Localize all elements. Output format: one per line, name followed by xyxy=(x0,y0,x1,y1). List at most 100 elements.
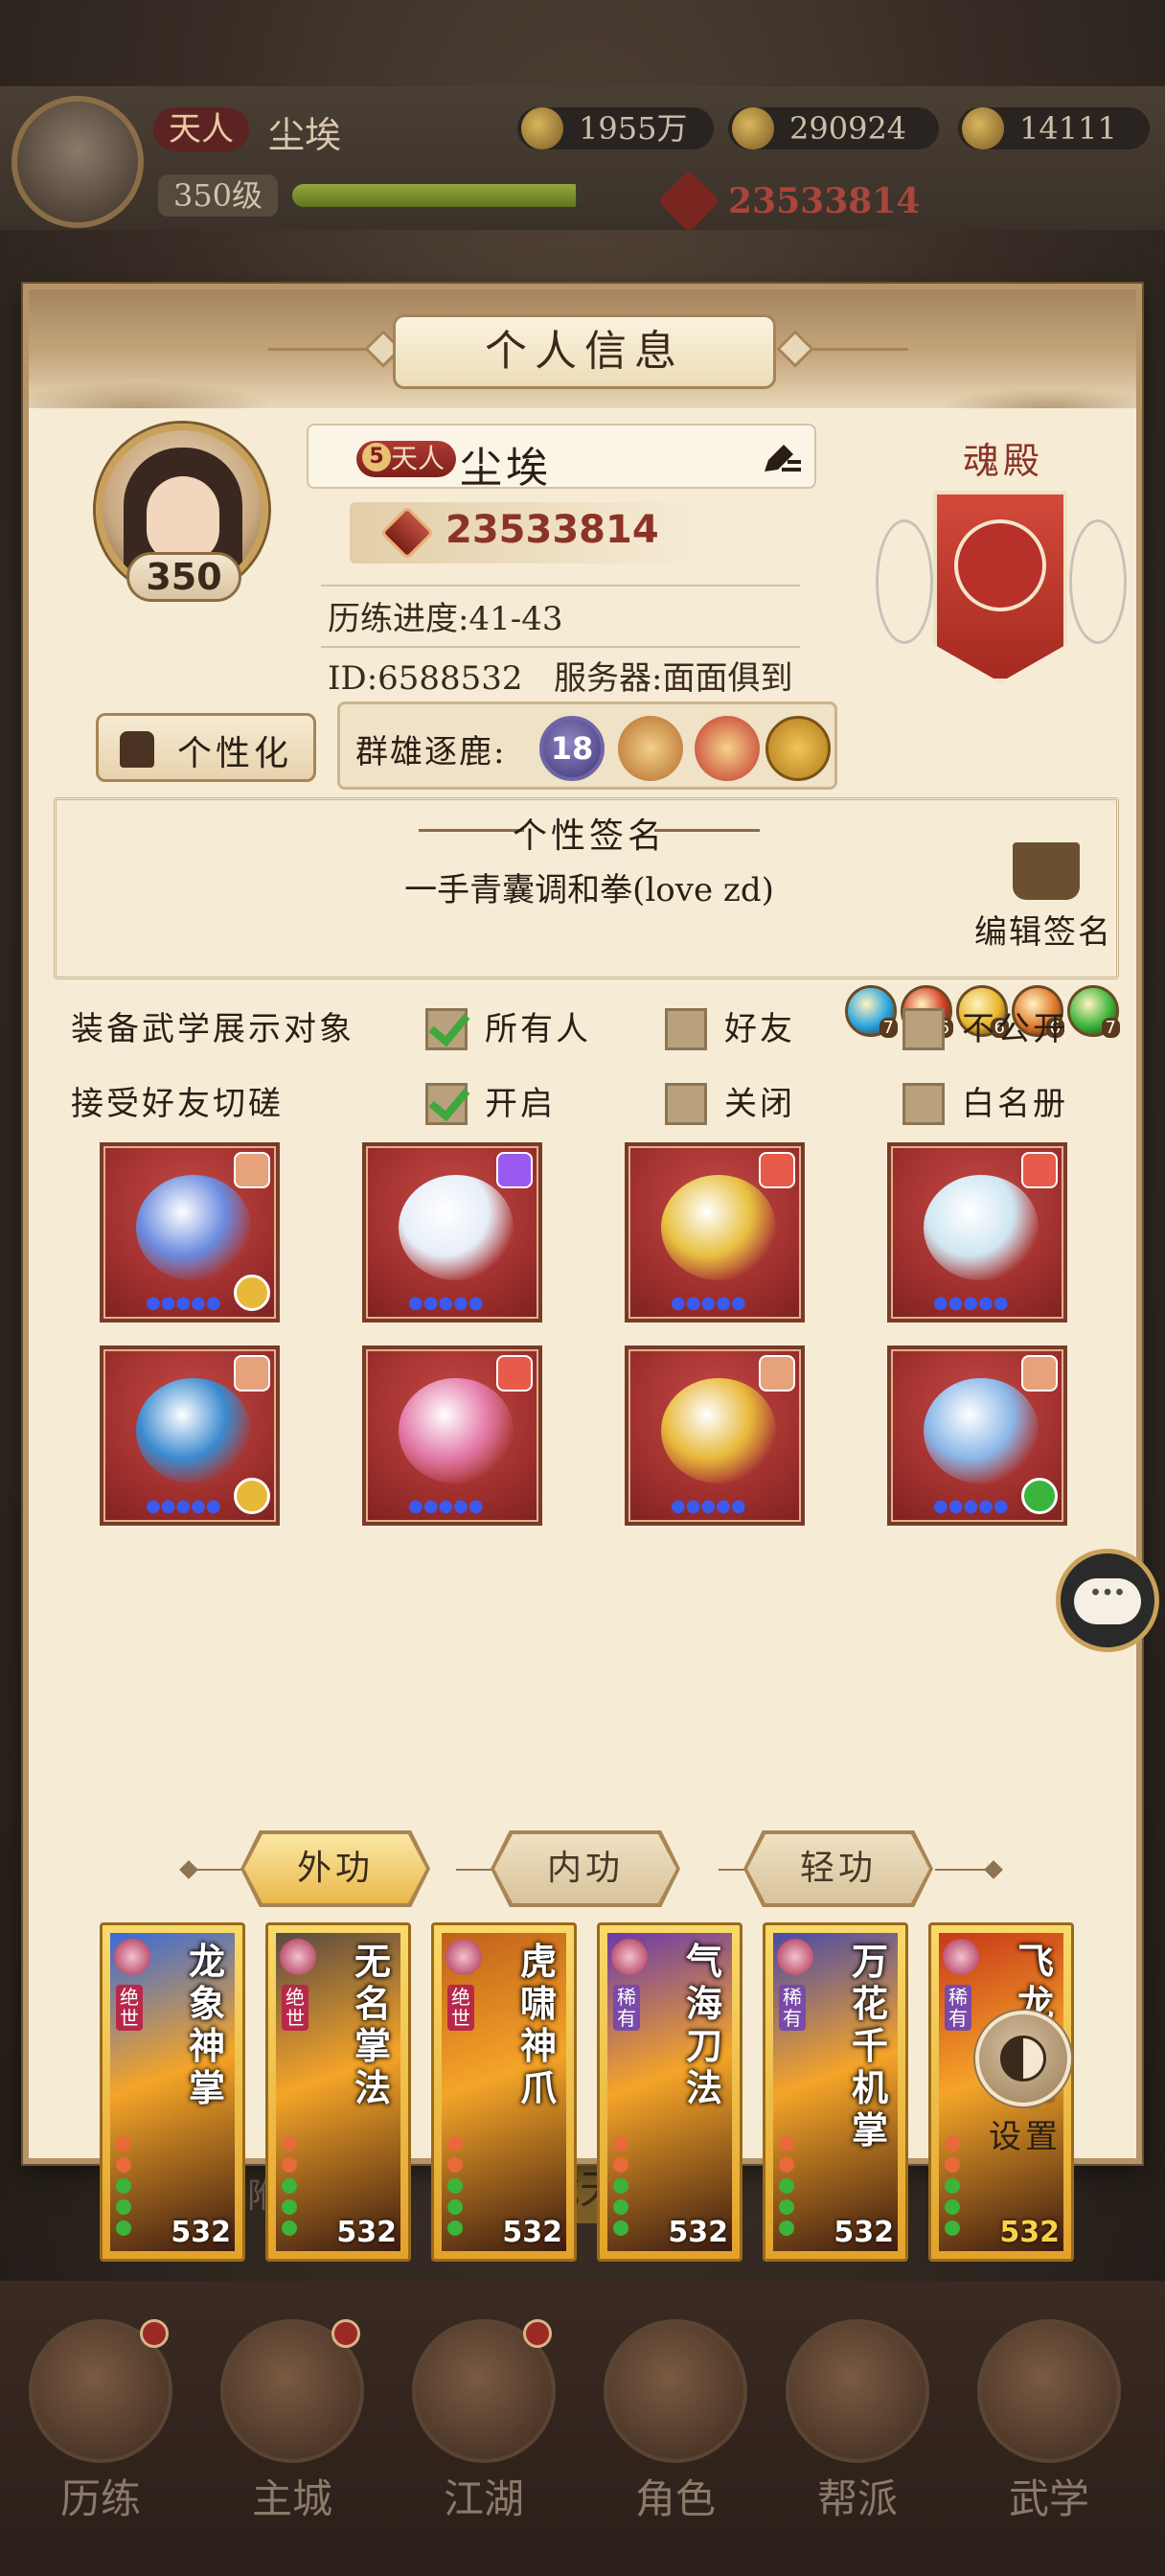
notification-dot xyxy=(140,2319,169,2348)
display-checkbox-0[interactable] xyxy=(425,1008,468,1050)
equipment-stars: ●●●●● xyxy=(671,1293,746,1313)
skill-dot xyxy=(779,2199,794,2215)
skill-school-icon xyxy=(280,1939,316,1975)
coins-counter: 1955万 xyxy=(517,107,714,150)
skill-dot xyxy=(779,2220,794,2236)
skill-dot xyxy=(779,2178,794,2194)
character-icon xyxy=(604,2319,747,2463)
scroll-edit-icon[interactable] xyxy=(1013,842,1080,900)
edit-name-icon[interactable] xyxy=(761,439,803,477)
skill-dot xyxy=(116,2157,131,2173)
skill-level: 532 xyxy=(336,2216,397,2249)
equipment-slot[interactable]: ●●●●● xyxy=(100,1142,280,1322)
search-icon[interactable] xyxy=(765,716,831,781)
skill-school-icon xyxy=(943,1939,979,1975)
settings-label[interactable]: 设置 xyxy=(989,2110,1062,2157)
personalize-button[interactable]: 个性化 xyxy=(96,713,316,782)
skill-card[interactable]: 绝世 龙象神掌 532 xyxy=(100,1922,245,2262)
coins-value: 1955万 xyxy=(579,110,688,147)
gold-value: 14111 xyxy=(1019,110,1117,147)
hud-avatar[interactable] xyxy=(11,96,144,228)
settings-button[interactable] xyxy=(975,2011,1071,2106)
tab-external-skill[interactable]: 外功 xyxy=(244,1834,426,1903)
nav-training[interactable]: 历练 xyxy=(19,2319,182,2525)
equipment-stars: ●●●●● xyxy=(146,1293,221,1313)
equipment-stars: ●●●●● xyxy=(408,1293,484,1313)
equipment-slot[interactable]: ●●●●● xyxy=(362,1142,542,1322)
skill-art: 稀有 气海刀法 532 xyxy=(607,1933,732,2251)
equipment-slot[interactable]: ●●●●● xyxy=(362,1346,542,1526)
clothing-icon xyxy=(120,731,154,768)
skill-dot xyxy=(116,2220,131,2236)
option-label[interactable]: 白名册 xyxy=(962,1077,1068,1124)
nav-guild[interactable]: 帮派 xyxy=(776,2319,939,2525)
player-name: 尘埃 xyxy=(460,444,552,493)
hud-exp-bar-fill xyxy=(292,184,576,207)
skill-dot xyxy=(945,2199,960,2215)
avatar-level-badge: 350 xyxy=(126,552,241,602)
tab-internal-skill[interactable]: 内功 xyxy=(494,1834,676,1903)
nav-label: 历练 xyxy=(59,2475,141,2522)
spar-checkbox-0[interactable] xyxy=(425,1083,468,1125)
hud-player-name: 尘埃 xyxy=(268,114,342,156)
nav-main-city[interactable]: 主城 xyxy=(211,2319,374,2525)
equipment-slot[interactable]: ●●●●● xyxy=(887,1346,1067,1526)
display-checkbox-1[interactable] xyxy=(665,1008,707,1050)
spar-checkbox-2[interactable] xyxy=(902,1083,945,1125)
scroll-icon xyxy=(977,2319,1121,2463)
equipment-slot[interactable]: ●●●●● xyxy=(887,1142,1067,1322)
personalize-label: 个性化 xyxy=(177,734,293,773)
gold-ingot-icon xyxy=(962,107,1004,150)
rank-badge: 天人 xyxy=(356,441,457,477)
display-checkbox-2[interactable] xyxy=(902,1008,945,1050)
name-box: 天人 尘埃 xyxy=(307,424,816,493)
skill-level: 532 xyxy=(834,2216,894,2249)
rarity-icon xyxy=(234,1355,270,1392)
edit-signature-button[interactable]: 编辑签名 xyxy=(974,906,1112,953)
option-label[interactable]: 好友 xyxy=(724,1002,795,1049)
equipment-slot[interactable]: ●●●●● xyxy=(100,1346,280,1526)
element-count: 7 xyxy=(1101,1018,1120,1038)
spar-checkbox-1[interactable] xyxy=(665,1083,707,1125)
trident-badge-icon[interactable] xyxy=(618,716,683,781)
gold-counter[interactable]: 14111 xyxy=(958,107,1150,150)
skill-dot xyxy=(447,2136,463,2151)
option-label[interactable]: 关闭 xyxy=(724,1077,795,1124)
skill-dot xyxy=(613,2220,628,2236)
guild-emblem[interactable] xyxy=(872,481,1131,702)
boots-icon xyxy=(924,1175,1039,1280)
nav-jianghu[interactable]: 江湖 xyxy=(402,2319,565,2525)
crossed-swords-badge-icon[interactable] xyxy=(695,716,760,781)
equipment-slot[interactable]: ●●●●● xyxy=(625,1142,805,1322)
skill-level: 532 xyxy=(999,2216,1060,2249)
wood-element-icon[interactable]: 7 xyxy=(1067,985,1120,1038)
equipment-slot[interactable]: ●●●●● xyxy=(625,1346,805,1526)
option-label[interactable]: 所有人 xyxy=(485,1002,591,1049)
contest-rank-badge[interactable]: 18 xyxy=(539,716,605,781)
link-icon xyxy=(234,1478,270,1514)
skill-card[interactable]: 稀有 气海刀法 532 xyxy=(597,1922,742,2262)
skill-dot xyxy=(779,2136,794,2151)
power-value: 23533814 xyxy=(445,508,659,552)
skill-dot xyxy=(116,2136,131,2151)
tab-lightness-skill[interactable]: 轻功 xyxy=(747,1834,929,1903)
accept-spar-label: 接受好友切磋 xyxy=(71,1085,284,1123)
nav-label: 江湖 xyxy=(443,2475,524,2522)
skill-card[interactable]: 绝世 无名掌法 532 xyxy=(265,1922,411,2262)
silver-icon xyxy=(732,107,774,150)
nav-label: 帮派 xyxy=(816,2475,898,2522)
skill-card[interactable]: 绝世 虎啸神爪 532 xyxy=(431,1922,577,2262)
phoenix-icon xyxy=(954,519,1046,611)
skill-grade: 稀有 xyxy=(613,1985,640,2031)
option-label[interactable]: 开启 xyxy=(485,1077,556,1124)
chat-bubble-icon[interactable] xyxy=(1056,1549,1159,1652)
rarity-icon xyxy=(759,1152,795,1188)
option-label[interactable]: 不公开 xyxy=(962,1002,1068,1049)
skill-art: 绝世 龙象神掌 532 xyxy=(110,1933,235,2251)
water-element-icon[interactable]: 7 xyxy=(845,985,898,1038)
nav-character[interactable]: 角色 xyxy=(594,2319,757,2525)
nav-martial-arts[interactable]: 武学 xyxy=(968,2319,1131,2525)
skill-card[interactable]: 稀有 万花千机掌 532 xyxy=(763,1922,908,2262)
equipment-stars: ●●●●● xyxy=(933,1496,1009,1516)
skill-name: 万花千机掌 xyxy=(852,1940,889,2151)
